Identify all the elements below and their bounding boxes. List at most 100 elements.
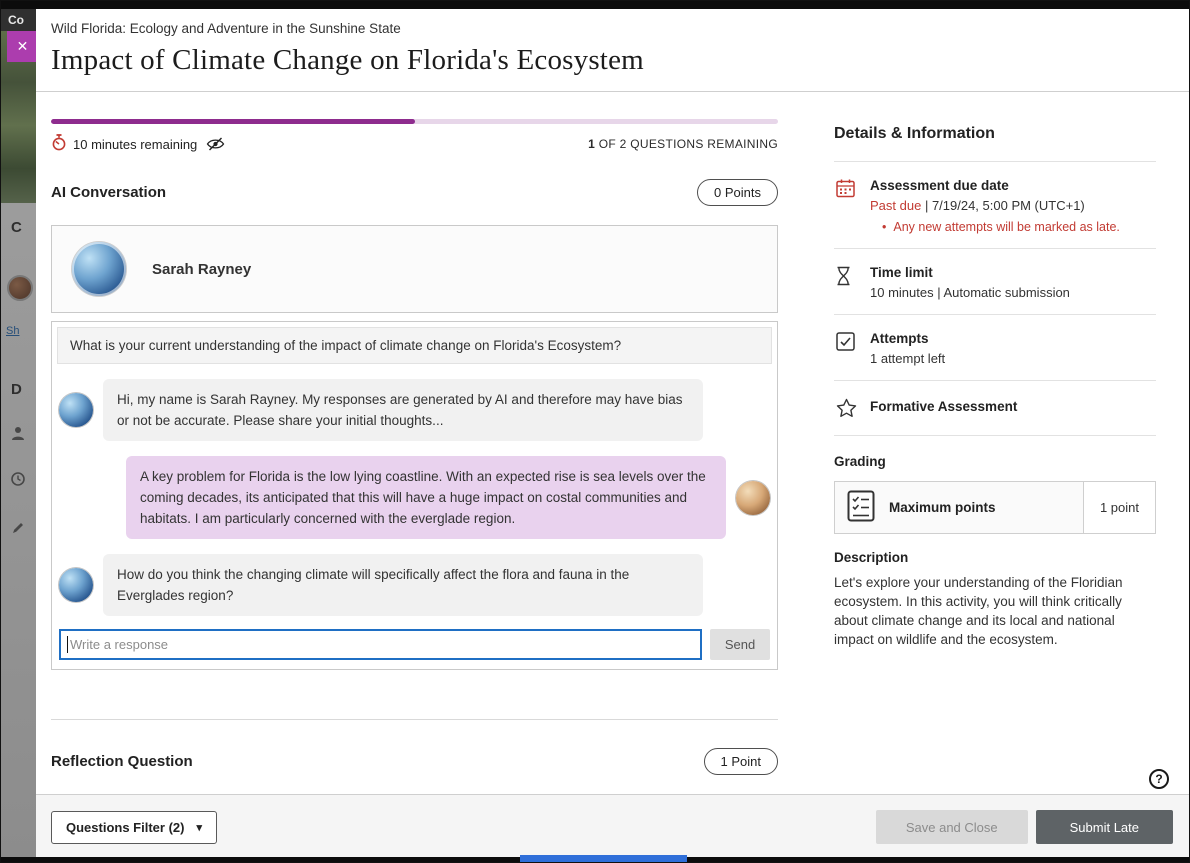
- attempts-item: Attempts 1 attempt left: [834, 315, 1156, 381]
- due-date-label: Assessment due date: [870, 178, 1120, 193]
- hide-timer-toggle[interactable]: [206, 137, 225, 151]
- ai-message: How do you think the changing climate wi…: [59, 554, 770, 616]
- response-input-row: Send: [57, 629, 772, 660]
- submit-late-button[interactable]: Submit Late: [1036, 810, 1173, 844]
- persona-name: Sarah Rayney: [152, 261, 251, 278]
- questions-filter-button[interactable]: Questions Filter (2) ▾: [51, 811, 217, 844]
- background-link: Sh: [6, 325, 19, 337]
- description-text: Let's explore your understanding of the …: [834, 573, 1144, 649]
- panel-header: Wild Florida: Ecology and Adventure in t…: [51, 15, 1169, 77]
- message-list: Hi, my name is Sarah Rayney. My response…: [57, 364, 772, 629]
- time-limit-value: 10 minutes | Automatic submission: [870, 285, 1070, 300]
- details-heading: Details & Information: [834, 125, 1156, 162]
- attempts-value: 1 attempt left: [870, 351, 945, 366]
- questions-filter-label: Questions Filter (2): [66, 820, 184, 835]
- due-date-body: Assessment due date Past due | 7/19/24, …: [870, 178, 1120, 234]
- ai-conversation-points-pill[interactable]: 0 Points: [697, 179, 778, 206]
- send-button[interactable]: Send: [710, 629, 770, 660]
- ai-message: Hi, my name is Sarah Rayney. My response…: [59, 379, 770, 441]
- max-points-value: 1 point: [1083, 482, 1155, 533]
- ai-conversation-header-row: AI Conversation 0 Points: [51, 179, 778, 206]
- grading-box: Maximum points 1 point: [834, 481, 1156, 534]
- response-input[interactable]: [70, 631, 700, 658]
- message-bubble: How do you think the changing climate wi…: [103, 554, 703, 616]
- due-date-text: 7/19/24, 5:00 PM (UTC+1): [932, 198, 1085, 213]
- due-date-value: Past due | 7/19/24, 5:00 PM (UTC+1): [870, 198, 1120, 213]
- questions-remaining-label: OF 2 QUESTIONS REMAINING: [595, 137, 778, 151]
- time-limit-label: Time limit: [870, 265, 1070, 280]
- rubric-icon: [847, 490, 875, 525]
- formative-item: Formative Assessment: [834, 381, 1156, 436]
- due-separator: |: [921, 198, 932, 213]
- user-message: A key problem for Florida is the low lyi…: [59, 456, 770, 539]
- hourglass-icon: [836, 265, 858, 300]
- course-title: Wild Florida: Ecology and Adventure in t…: [51, 15, 1169, 36]
- late-warning: • Any new attempts will be marked as late…: [870, 220, 1120, 234]
- grading-heading: Grading: [834, 436, 1156, 481]
- reflection-header-row: Reflection Question 1 Point: [51, 748, 778, 775]
- formative-label: Formative Assessment: [870, 397, 1017, 414]
- timer-icon: [51, 134, 67, 154]
- background-letter: C: [11, 219, 22, 236]
- questions-remaining-text: 1 OF 2 QUESTIONS REMAINING: [588, 137, 778, 151]
- person-icon: [10, 425, 26, 446]
- assessment-panel: Wild Florida: Ecology and Adventure in t…: [36, 9, 1189, 862]
- footer-actions: Save and Close Submit Late: [876, 810, 1173, 844]
- text-cursor: [67, 636, 68, 653]
- pencil-icon: [11, 521, 25, 540]
- footer-bar: Questions Filter (2) ▾ Save and Close Su…: [36, 794, 1189, 859]
- bullet-icon: •: [882, 220, 886, 234]
- close-button[interactable]: ✕: [7, 31, 38, 62]
- due-date-item: Assessment due date Past due | 7/19/24, …: [834, 162, 1156, 249]
- grading-box-left: Maximum points: [835, 482, 1083, 533]
- section-divider: [51, 719, 778, 720]
- header-divider: [36, 91, 1189, 92]
- details-sidebar: Details & Information Assessment due dat…: [834, 125, 1156, 649]
- conversation-prompt: What is your current understanding of th…: [57, 327, 772, 364]
- user-avatar: [736, 481, 770, 515]
- background-letter: D: [11, 381, 22, 398]
- chevron-down-icon: ▾: [196, 821, 202, 834]
- save-and-close-button[interactable]: Save and Close: [876, 810, 1028, 844]
- page-title: Impact of Climate Change on Florida's Ec…: [51, 44, 1169, 77]
- clock-icon: [10, 471, 26, 492]
- message-bubble: Hi, my name is Sarah Rayney. My response…: [103, 379, 703, 441]
- persona-card: Sarah Rayney: [51, 225, 778, 313]
- status-row: 10 minutes remaining 1 OF 2 QUESTIONS RE…: [51, 134, 778, 154]
- persona-avatar: [72, 242, 126, 296]
- question-column: 10 minutes remaining 1 OF 2 QUESTIONS RE…: [51, 119, 778, 775]
- background-avatar: [7, 275, 33, 301]
- bottom-blue-bar: [520, 855, 687, 862]
- time-limit-body: Time limit 10 minutes | Automatic submis…: [870, 265, 1070, 300]
- question-mark-icon: ?: [1155, 772, 1162, 786]
- reflection-title: Reflection Question: [51, 753, 193, 770]
- formative-body: Formative Assessment: [870, 397, 1017, 421]
- reflection-points-pill[interactable]: 1 Point: [704, 748, 778, 775]
- background-page-strip: Co C Sh D: [1, 9, 36, 863]
- time-limit-item: Time limit 10 minutes | Automatic submis…: [834, 249, 1156, 315]
- background-header-text: Co: [1, 9, 36, 31]
- time-remaining-text: 10 minutes remaining: [73, 137, 197, 152]
- response-input-wrap: [59, 629, 702, 660]
- ai-avatar: [59, 393, 93, 427]
- progress-fill: [51, 119, 415, 124]
- ai-conversation-title: AI Conversation: [51, 184, 166, 201]
- star-icon: [836, 397, 858, 421]
- close-icon: ✕: [17, 38, 29, 55]
- eye-slash-icon: [206, 137, 225, 151]
- ai-avatar: [59, 568, 93, 602]
- attempts-body: Attempts 1 attempt left: [870, 331, 945, 366]
- help-button[interactable]: ?: [1149, 769, 1169, 789]
- background-page-content: C Sh D: [1, 203, 36, 863]
- conversation-card: What is your current understanding of th…: [51, 321, 778, 670]
- calendar-icon: [836, 178, 858, 234]
- past-due-badge: Past due: [870, 198, 921, 213]
- assessment-screen: Co C Sh D ✕ Wild Florida: Ecology and Ad…: [0, 0, 1190, 863]
- description-heading: Description: [834, 534, 1156, 573]
- max-points-label: Maximum points: [889, 500, 996, 515]
- progress-bar: [51, 119, 778, 124]
- attempts-check-icon: [836, 331, 858, 366]
- late-warning-text: Any new attempts will be marked as late.: [893, 220, 1120, 234]
- attempts-label: Attempts: [870, 331, 945, 346]
- message-bubble: A key problem for Florida is the low lyi…: [126, 456, 726, 539]
